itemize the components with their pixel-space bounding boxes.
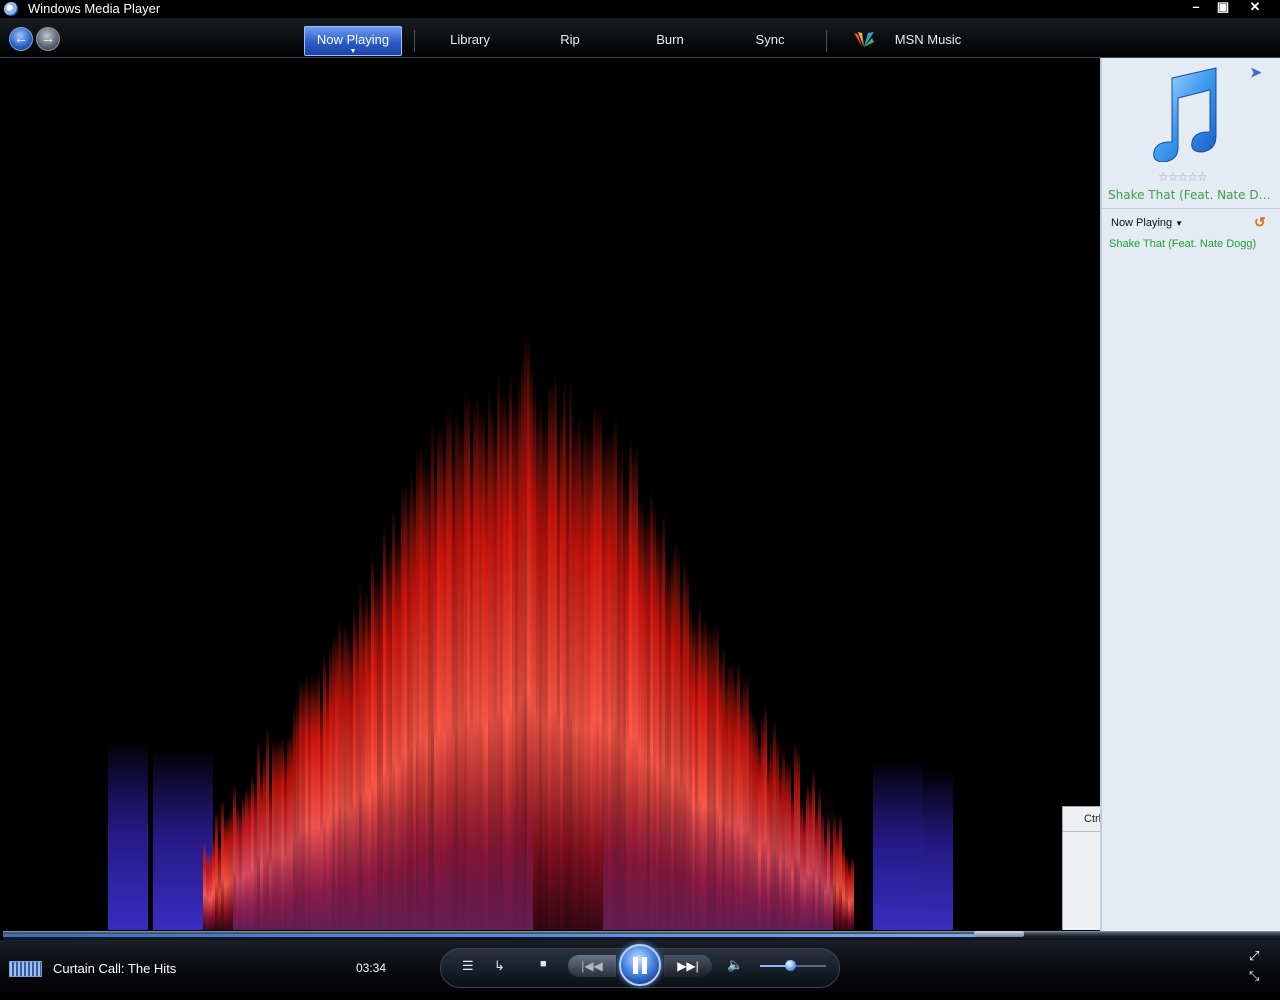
pause-button[interactable] [619,944,661,986]
tab-rip[interactable]: Rip [545,24,595,56]
list-pane: ➤ ☆☆☆☆☆ Shake That (Feat. Nate Do... Now… [1100,58,1280,932]
playback-controls: Curtain Call: The Hits 03:34 ☰ ↳ ■ |◀◀ ▶… [0,940,1280,1000]
tab-separator [414,30,415,52]
volume-knob[interactable] [784,960,796,971]
switch-to-compact-icon[interactable]: ⤡ [1249,968,1259,984]
spectrum-visualization [108,328,953,930]
keyboard-hint-popup: Ctrl· [1062,806,1100,930]
restore-button[interactable]: ▣ [1213,0,1233,16]
tab-now-playing[interactable]: Now Playing ▼ [304,26,402,56]
playlist-label: Now Playing [1111,217,1173,229]
seek-bar[interactable] [3,931,1280,940]
pause-icon [633,957,638,974]
tab-burn[interactable]: Burn [645,24,695,56]
list-item[interactable]: Shake That (Feat. Nate Dogg) [1109,238,1256,250]
rating-stars[interactable]: ☆☆☆☆☆ [1158,170,1208,184]
chevron-down-icon: ▼ [1175,219,1184,228]
tab-label: Now Playing [316,32,390,47]
msn-butterfly-icon [854,32,874,47]
menu-icon[interactable]: ☰ [462,958,474,974]
visualization-area[interactable]: Ctrl· [3,58,1100,930]
tab-msn-music[interactable]: MSN Music [890,24,966,56]
hide-pane-arrow-icon[interactable]: ➤ [1250,64,1262,81]
tab-library[interactable]: Library [440,24,500,56]
music-note-icon [1153,67,1217,162]
seek-thumb[interactable] [974,931,1025,937]
refresh-icon[interactable]: ↺ [1254,214,1266,231]
tab-sync[interactable]: Sync [745,24,795,56]
media-player-icon [4,2,18,16]
mute-icon[interactable]: 🔈 [727,957,743,973]
status-text: Curtain Call: The Hits [53,961,177,976]
back-button[interactable]: ← [9,27,33,51]
shuffle-icon[interactable]: ↳ [494,958,505,974]
playlist-dropdown[interactable]: Now Playing ▼ [1111,217,1183,229]
tab-separator [826,30,827,52]
seek-progress [3,934,1000,937]
status-icon [9,961,42,977]
album-title: Shake That (Feat. Nate Do... [1108,188,1276,202]
title-bar: Windows Media Player – ▣ ✕ [0,0,1280,18]
divider [1102,208,1280,209]
fullscreen-icon[interactable]: ⤢ [1249,948,1259,964]
window-title: Windows Media Player [28,1,161,16]
stop-button[interactable]: ■ [540,958,547,970]
minimize-button[interactable]: – [1186,0,1206,16]
forward-button[interactable]: → [36,27,60,51]
back-arrow-icon: ← [14,30,28,46]
next-button[interactable]: ▶▶| [664,955,712,977]
chevron-down-icon: ▼ [349,48,357,55]
feature-taskbar: ← → Now Playing ▼ Library Rip Burn Sync … [0,18,1280,58]
forward-arrow-icon: → [41,30,55,46]
close-button[interactable]: ✕ [1245,0,1265,16]
popup-text: Ctrl· [1084,813,1100,825]
elapsed-time[interactable]: 03:34 [356,961,386,975]
previous-button[interactable]: |◀◀ [568,955,616,977]
